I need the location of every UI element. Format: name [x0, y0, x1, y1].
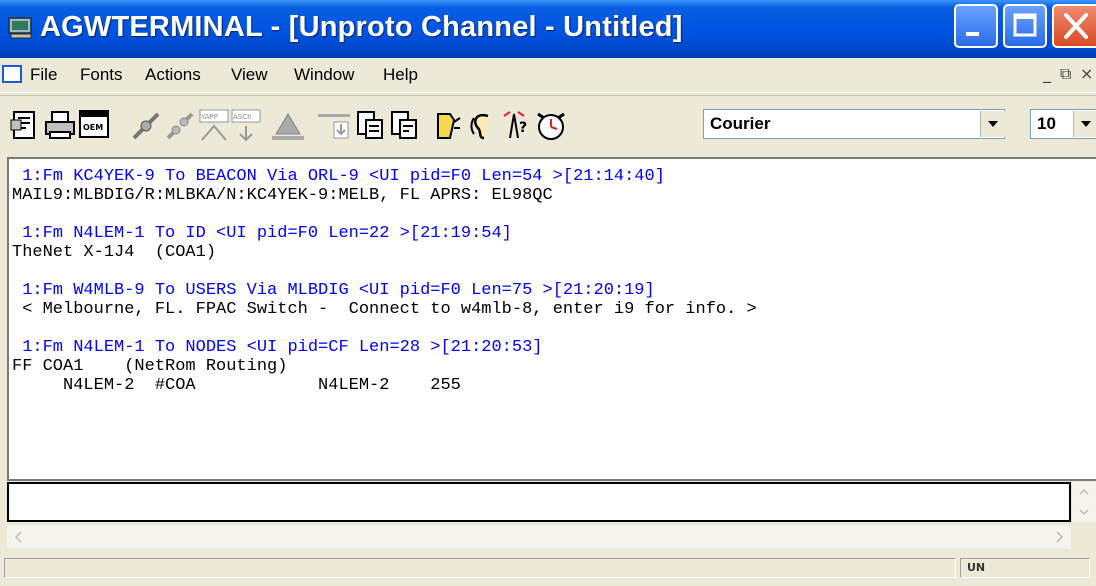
status-bar: UN: [0, 552, 1096, 586]
mdi-minimize-button[interactable]: _: [1043, 64, 1051, 83]
packet-body-line: FF COA1 (NetRom Routing): [12, 357, 288, 376]
maximize-button[interactable]: [1003, 4, 1047, 48]
window-title: AGWTERMINAL - [Unproto Channel - Untitle…: [40, 11, 683, 43]
upload-icon[interactable]: [268, 108, 308, 142]
close-icon: [1064, 13, 1088, 39]
paste-icon[interactable]: [390, 108, 420, 142]
download-icon[interactable]: [314, 108, 354, 142]
font-name-select[interactable]: Courier: [703, 109, 1005, 139]
oem-icon[interactable]: OEM: [78, 108, 110, 142]
scroll-right-icon[interactable]: [1047, 525, 1071, 549]
packet-header-line: 1:Fm N4LEM-1 To NODES <UI pid=CF Len=28 …: [12, 338, 543, 357]
beacon-icon[interactable]: [432, 108, 462, 142]
font-name-value: Courier: [710, 114, 771, 133]
app-terminal-icon: [8, 17, 32, 39]
packet-body-line: N4LEM-2 #COA N4LEM-2 255: [12, 376, 461, 395]
properties-icon[interactable]: [10, 108, 40, 142]
scroll-left-icon[interactable]: [7, 525, 31, 549]
packet-header-line: 1:Fm W4MLB-9 To USERS Via MLBDIG <UI pid…: [12, 281, 655, 300]
title-bar[interactable]: AGWTERMINAL - [Unproto Channel - Untitle…: [0, 0, 1096, 58]
output-spacer: [12, 205, 757, 224]
svg-text:?: ?: [519, 120, 527, 136]
output-spacer: [12, 262, 757, 281]
minimize-icon: [966, 32, 979, 36]
toolbar: OEM YAPP ASCII ? Courier 10: [0, 95, 1096, 156]
status-mode-pane: UN: [960, 558, 1090, 578]
packet-header-line: 1:Fm N4LEM-1 To ID <UI pid=F0 Len=22 >[2…: [12, 224, 512, 243]
output-spacer: [12, 319, 757, 338]
menu-fonts[interactable]: Fonts: [80, 65, 123, 85]
print-icon[interactable]: [44, 108, 76, 142]
packet-body-line: MAIL9:MLBDIG/R:MLBKA/N:KC4YEK-9:MELB, FL…: [12, 186, 553, 205]
chevron-down-icon: [988, 121, 998, 127]
menu-help[interactable]: Help: [383, 65, 418, 85]
yapp-icon[interactable]: YAPP: [198, 108, 230, 142]
font-name-dropdown-button[interactable]: [980, 111, 1005, 137]
menu-actions[interactable]: Actions: [145, 65, 201, 85]
mdi-window-icon[interactable]: [2, 65, 22, 83]
font-size-dropdown-button[interactable]: [1073, 111, 1096, 137]
input-vertical-scrollbar[interactable]: [1071, 482, 1096, 522]
packet-body-line: TheNet X-1J4 (COA1): [12, 243, 217, 262]
packet-body-line: < Melbourne, FL. FPAC Switch - Connect t…: [12, 300, 757, 319]
menu-view[interactable]: View: [231, 65, 268, 85]
yapp-label: YAPP: [200, 113, 218, 121]
scroll-arrows-icon: [1079, 488, 1089, 516]
command-input[interactable]: [7, 482, 1071, 522]
clock-icon[interactable]: [534, 108, 568, 142]
help-icon[interactable]: ?: [500, 108, 532, 142]
chevron-down-icon: [1081, 121, 1091, 127]
ascii-label: ASCII: [233, 113, 251, 121]
font-size-select[interactable]: 10: [1030, 109, 1096, 139]
listen-icon[interactable]: [466, 108, 498, 142]
menu-bar: File Fonts Actions View Window Help _ ⧉ …: [0, 60, 1096, 93]
mdi-close-button[interactable]: ×: [1080, 64, 1093, 83]
copy-icon[interactable]: [356, 108, 386, 142]
status-mode: UN: [967, 561, 986, 574]
status-message-pane: [4, 558, 956, 578]
menu-window[interactable]: Window: [294, 65, 354, 85]
input-horizontal-scrollbar[interactable]: [7, 525, 1071, 549]
monitor-output[interactable]: 1:Fm KC4YEK-9 To BEACON Via ORL-9 <UI pi…: [7, 157, 1096, 481]
minimize-button[interactable]: [954, 4, 998, 48]
oem-label: OEM: [83, 123, 103, 132]
packet-header-line: 1:Fm KC4YEK-9 To BEACON Via ORL-9 <UI pi…: [12, 167, 665, 186]
mdi-restore-button[interactable]: ⧉: [1060, 64, 1071, 84]
close-button[interactable]: [1052, 4, 1096, 48]
output-lines: 1:Fm KC4YEK-9 To BEACON Via ORL-9 <UI pi…: [12, 167, 757, 395]
connect-icon[interactable]: [130, 108, 162, 142]
menu-file[interactable]: File: [30, 65, 57, 85]
ascii-icon[interactable]: ASCII: [230, 108, 262, 142]
maximize-icon: [1013, 13, 1037, 37]
font-size-value: 10: [1037, 114, 1056, 133]
disconnect-icon[interactable]: [164, 108, 196, 142]
